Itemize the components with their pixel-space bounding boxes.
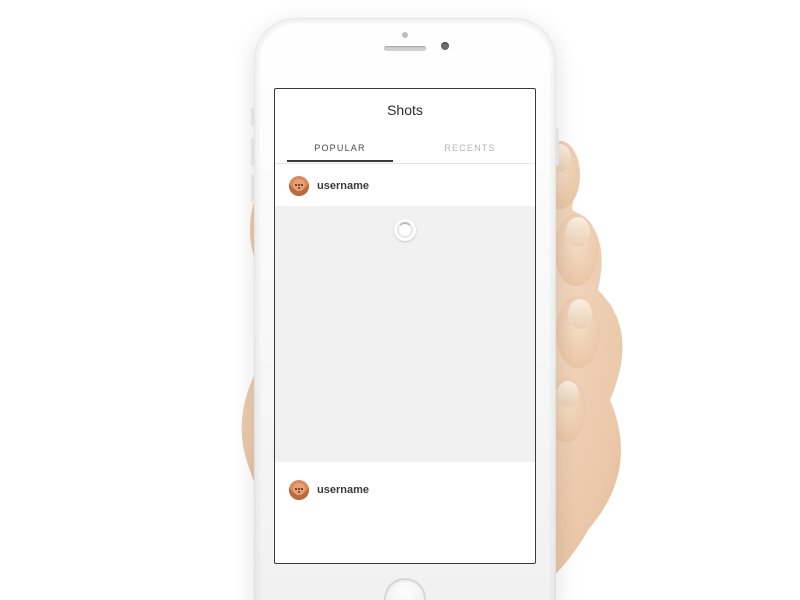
username-label[interactable]: username <box>317 180 369 192</box>
tab-label: RECENTS <box>444 143 495 153</box>
username-label[interactable]: username <box>317 484 369 496</box>
tab-bar: POPULAR RECENTS <box>275 131 535 164</box>
app-screen: Shots POPULAR RECENTS username <box>274 88 536 564</box>
loading-indicator <box>394 219 416 241</box>
proximity-sensor-icon <box>402 32 408 38</box>
feed[interactable]: username username <box>275 164 535 510</box>
list-item[interactable]: username <box>275 462 535 510</box>
list-item[interactable]: username <box>275 164 535 462</box>
front-camera-icon <box>441 42 449 50</box>
avatar[interactable] <box>289 480 309 500</box>
volume-up-button <box>251 138 254 166</box>
page-title: Shots <box>275 89 535 131</box>
phone-body: Shots POPULAR RECENTS username <box>258 22 552 600</box>
post-header: username <box>275 462 535 510</box>
mute-switch <box>251 108 254 126</box>
post-header: username <box>275 164 535 206</box>
volume-down-button <box>251 174 254 202</box>
post-image-placeholder[interactable] <box>275 206 535 462</box>
power-button <box>556 128 559 166</box>
iphone-device: Shots POPULAR RECENTS username <box>254 18 556 600</box>
tab-popular[interactable]: POPULAR <box>275 134 405 161</box>
tab-label: POPULAR <box>314 143 365 153</box>
avatar[interactable] <box>289 176 309 196</box>
earpiece-icon <box>384 46 426 51</box>
tab-recents[interactable]: RECENTS <box>405 134 535 161</box>
home-button[interactable] <box>384 578 426 600</box>
spinner-icon <box>397 222 413 238</box>
